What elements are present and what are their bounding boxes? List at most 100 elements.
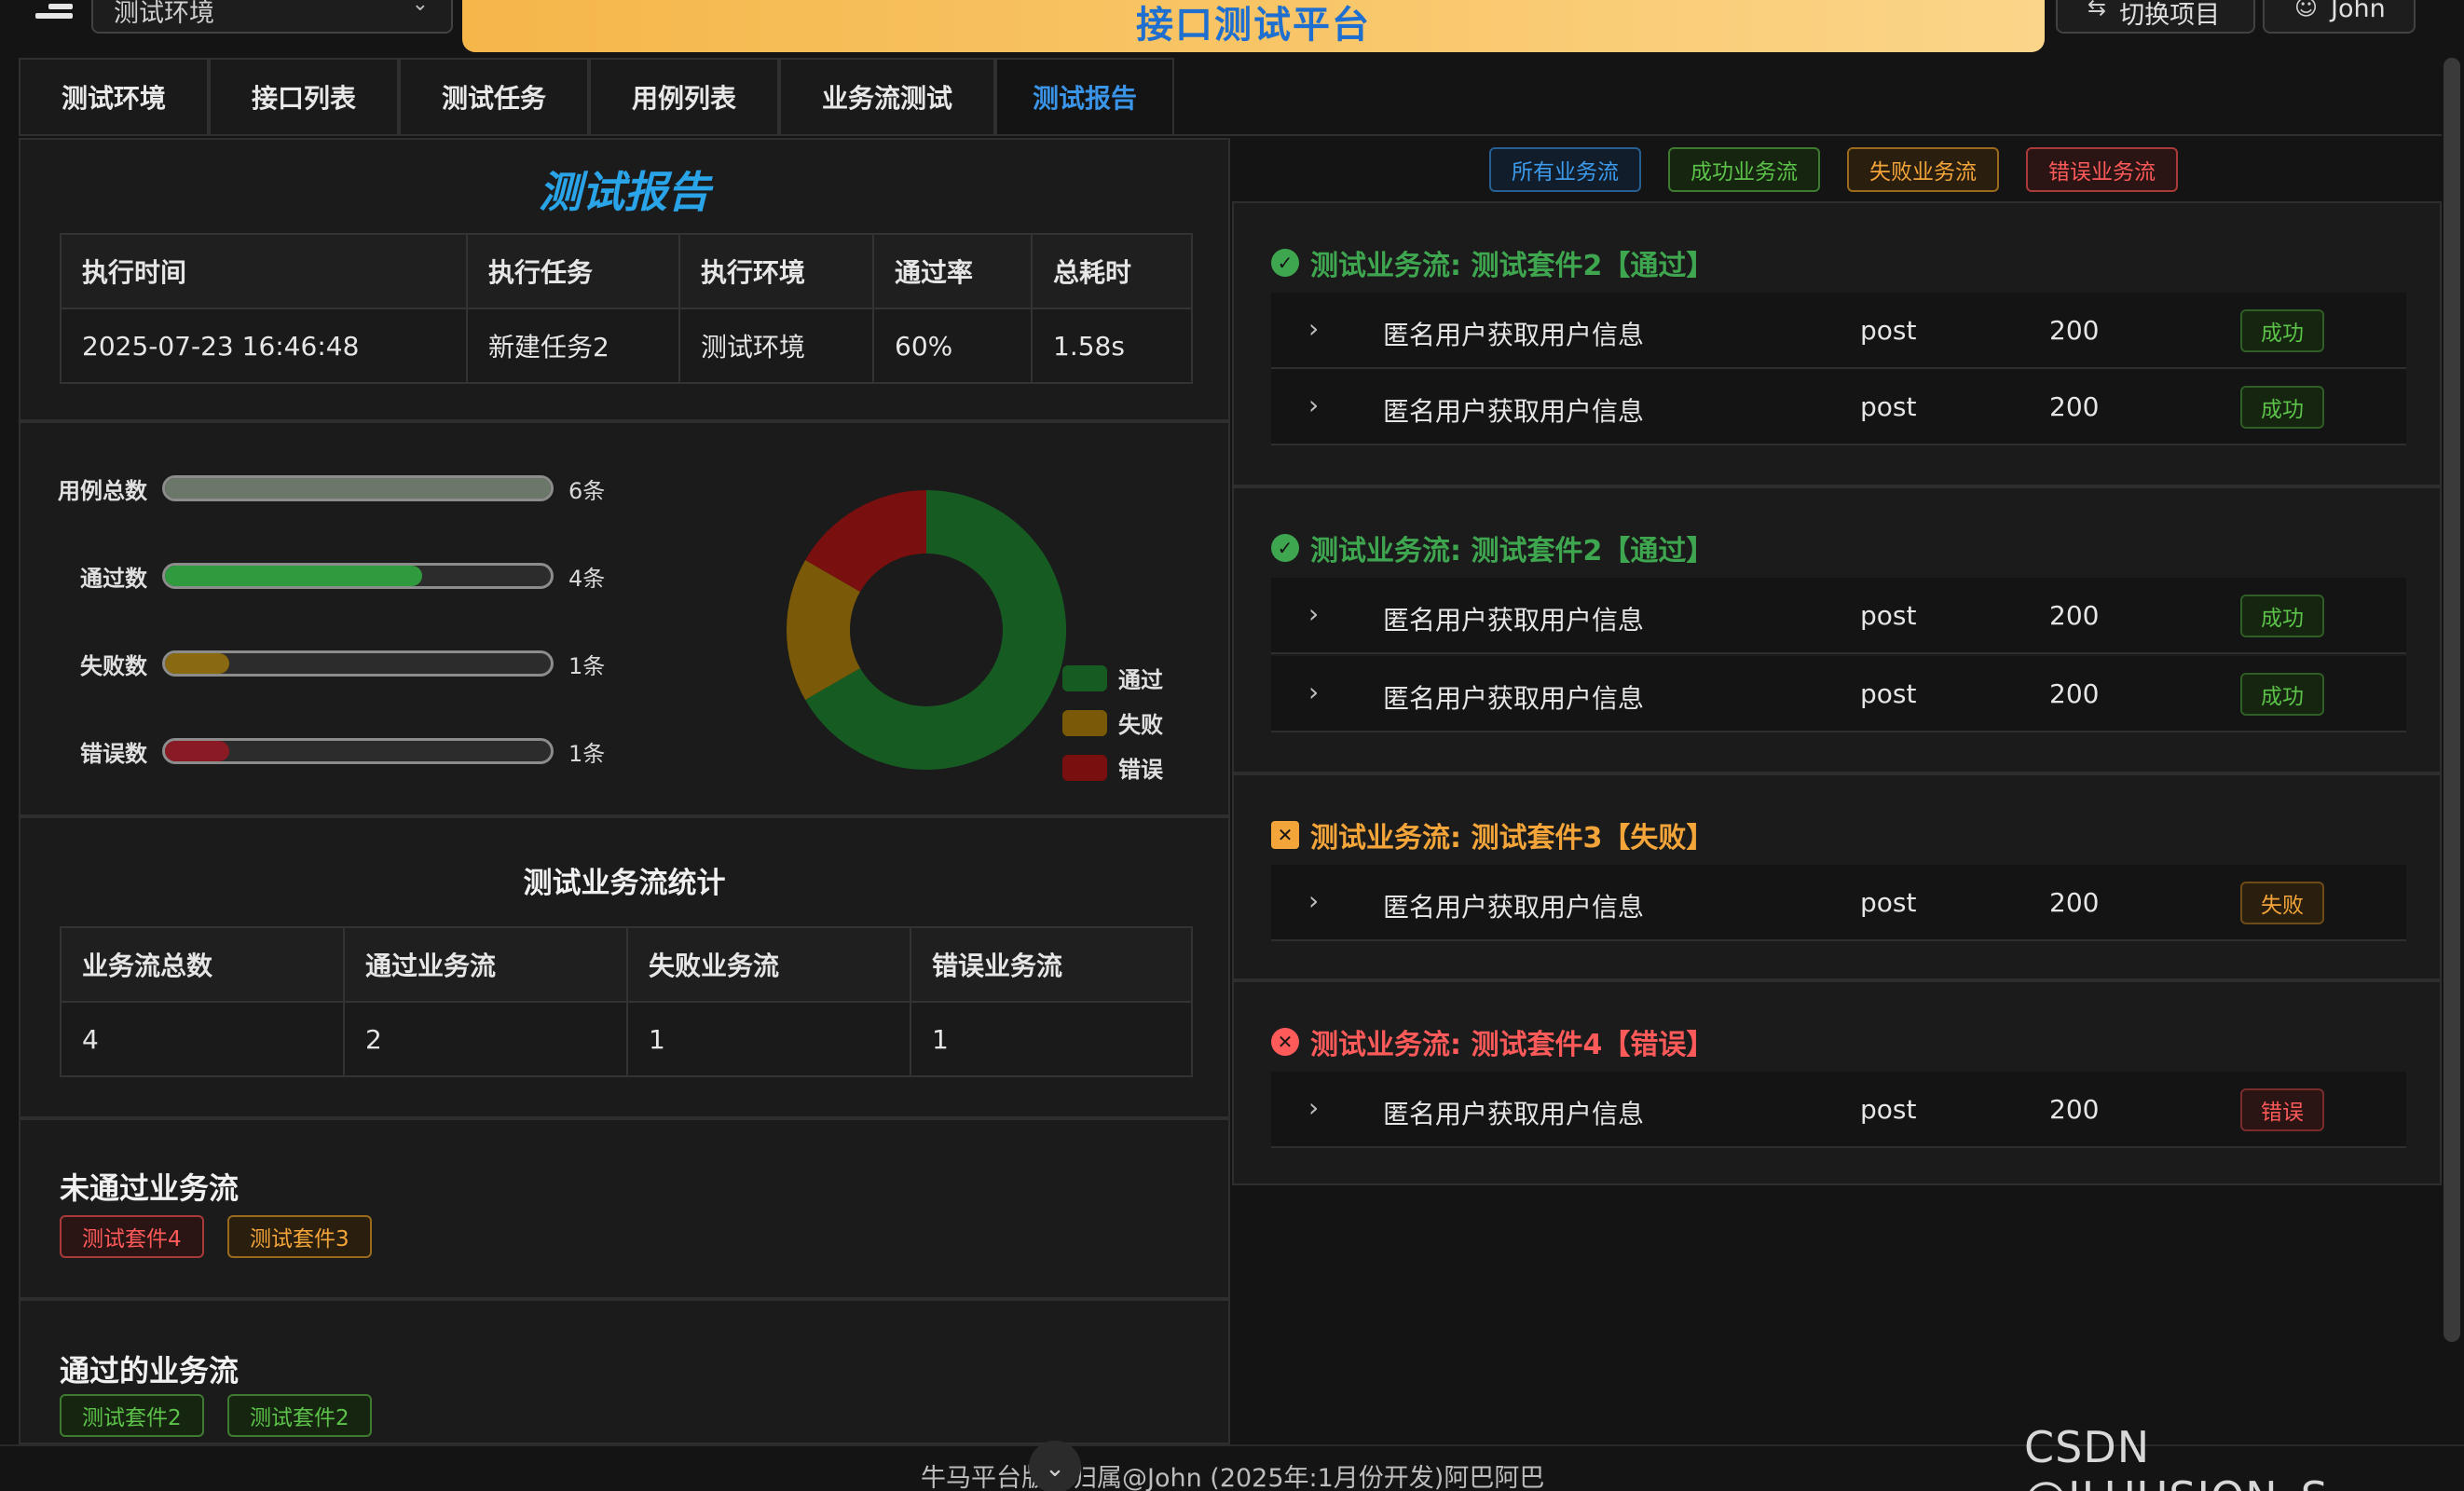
summary-task: 新建任务2 [466, 308, 680, 384]
summary-header-pass-rate: 通过率 [872, 233, 1033, 309]
switch-icon: ⇆ [2088, 0, 2107, 21]
user-icon: ☺ [2294, 0, 2319, 21]
case-name: 匿名用户获取用户信息 [1383, 683, 1645, 714]
chevron-right-icon[interactable]: › [1308, 677, 1319, 707]
chevron-down-icon[interactable]: ⌄ [1029, 1441, 1081, 1491]
chevron-right-icon[interactable]: › [1308, 390, 1319, 420]
case-status-code: 200 [2049, 1094, 2100, 1125]
case-stats-panel: 用例总数 6条 通过数 4条 失败数 1条 错误数 1条 通过 失败 错误 [19, 421, 1230, 816]
progress-bar [162, 563, 554, 589]
progress-count: 6条 [568, 477, 606, 504]
case-result-badge: 错误 [2240, 1088, 2324, 1131]
flow-case-row[interactable]: › 匿名用户获取用户信息 post 200 错误 [1271, 1072, 2406, 1148]
progress-fill [165, 741, 230, 761]
switch-project-button[interactable]: ⇆ 切换项目 [2056, 0, 2255, 34]
flow-stats-failed: 1 [626, 1001, 911, 1077]
legend-item-pass: 通过 [1062, 662, 1163, 694]
failed-flows-title: 未通过业务流 [60, 1170, 240, 1206]
flow-case-row[interactable]: › 匿名用户获取用户信息 post 200 成功 [1271, 369, 2406, 445]
case-method: post [1860, 887, 1917, 918]
progress-label: 通过数 [80, 565, 147, 592]
flow-stats-error: 1 [910, 1001, 1193, 1077]
flow-case-row[interactable]: › 匿名用户获取用户信息 post 200 成功 [1271, 578, 2406, 654]
flow-case-row[interactable]: › 匿名用户获取用户信息 post 200 成功 [1271, 293, 2406, 369]
filter-failed-flows[interactable]: 失败业务流 [1847, 147, 1999, 192]
case-name: 匿名用户获取用户信息 [1383, 892, 1645, 923]
tab-test-tasks[interactable]: 测试任务 [399, 58, 589, 134]
passed-flow-chip[interactable]: 测试套件2 [60, 1394, 204, 1437]
watermark: CSDN @ILUUSION_S [2024, 1422, 2328, 1491]
clipboard-fail-icon: ✕ [1271, 821, 1299, 849]
legend-swatch [1062, 664, 1107, 691]
passed-flow-chip[interactable]: 测试套件2 [227, 1394, 372, 1437]
flow-stats-title: 测试业务流统计 [523, 867, 726, 900]
case-name: 匿名用户获取用户信息 [1383, 396, 1645, 427]
flow-stats-header-passed: 通过业务流 [343, 926, 628, 1003]
flow-case-row[interactable]: › 匿名用户获取用户信息 post 200 失败 [1271, 865, 2406, 941]
tab-test-report[interactable]: 测试报告 [995, 58, 1174, 134]
case-name: 匿名用户获取用户信息 [1383, 320, 1645, 350]
failed-flows-panel: 未通过业务流 测试套件4 测试套件3 [19, 1118, 1230, 1299]
legend-label: 通过 [1118, 667, 1163, 693]
flow-stats-total: 4 [60, 1001, 345, 1077]
filter-success-flows[interactable]: 成功业务流 [1668, 147, 1820, 192]
flow-stats-passed: 2 [343, 1001, 628, 1077]
menu-toggle-icon[interactable] [30, 0, 78, 28]
legend-swatch [1062, 709, 1107, 736]
filter-error-flows[interactable]: 错误业务流 [2026, 147, 2178, 192]
flow-case-row[interactable]: › 匿名用户获取用户信息 post 200 成功 [1271, 656, 2406, 732]
chevron-right-icon[interactable]: › [1308, 313, 1319, 344]
failed-flow-chip[interactable]: 测试套件4 [60, 1215, 204, 1258]
failed-flow-chip[interactable]: 测试套件3 [227, 1215, 372, 1258]
summary-duration: 1.58s [1031, 308, 1193, 384]
chevron-right-icon[interactable]: › [1308, 598, 1319, 629]
progress-label: 用例总数 [58, 477, 147, 504]
flow-stats-header-total: 业务流总数 [60, 926, 345, 1003]
filter-all-flows[interactable]: 所有业务流 [1489, 147, 1641, 192]
platform-title-banner: 接口测试平台 [462, 0, 2045, 52]
progress-row-error: 错误数 1条 [35, 732, 605, 770]
legend-swatch [1062, 754, 1107, 781]
user-menu-button[interactable]: ☺ John [2263, 0, 2416, 34]
progress-fill [165, 478, 551, 499]
legend-item-fail: 失败 [1062, 706, 1163, 739]
summary-env: 测试环境 [678, 308, 874, 384]
progress-label: 错误数 [80, 740, 147, 767]
tab-test-env[interactable]: 测试环境 [19, 58, 209, 134]
progress-fill [165, 653, 230, 674]
chevron-right-icon[interactable]: › [1308, 1092, 1319, 1123]
summary-pass-rate: 60% [872, 308, 1033, 384]
progress-fill [165, 566, 423, 586]
progress-count: 4条 [568, 565, 606, 592]
tab-api-list[interactable]: 接口列表 [209, 58, 399, 134]
environment-select[interactable]: 测试环境 ⌄ [91, 0, 453, 34]
top-bar: 测试环境 ⌄ 接口测试平台 ⇆ 切换项目 ☺ John [0, 0, 2464, 56]
progress-row-failed: 失败数 1条 [35, 645, 605, 682]
case-method: post [1860, 315, 1917, 346]
summary-time: 2025-07-23 16:46:48 [60, 308, 468, 384]
flow-card: ✓ 测试业务流: 测试套件2【通过】 › 匿名用户获取用户信息 post 200… [1232, 486, 2442, 773]
flow-title: ✕ 测试业务流: 测试套件4【错误】 [1271, 1021, 1714, 1062]
case-status-code: 200 [2049, 678, 2100, 709]
page-scrollbar[interactable] [2443, 58, 2460, 1342]
case-status-code: 200 [2049, 887, 2100, 918]
case-result-badge: 成功 [2240, 673, 2324, 716]
flow-card: ✓ 测试业务流: 测试套件2【通过】 › 匿名用户获取用户信息 post 200… [1232, 201, 2442, 486]
result-donut-chart [787, 490, 1066, 770]
tab-case-list[interactable]: 用例列表 [589, 58, 779, 134]
case-result-badge: 失败 [2240, 882, 2324, 924]
legend-item-error: 错误 [1062, 751, 1163, 784]
flow-stats-header-failed: 失败业务流 [626, 926, 911, 1003]
chevron-right-icon[interactable]: › [1308, 885, 1319, 916]
environment-select-value: 测试环境 [114, 0, 214, 28]
legend-label: 错误 [1118, 757, 1163, 783]
case-name: 匿名用户获取用户信息 [1383, 605, 1645, 636]
case-result-badge: 成功 [2240, 309, 2324, 352]
case-method: post [1860, 600, 1917, 631]
summary-header-duration: 总耗时 [1031, 233, 1193, 309]
summary-header-task: 执行任务 [466, 233, 680, 309]
tab-flow-test[interactable]: 业务流测试 [779, 58, 995, 134]
case-status-code: 200 [2049, 391, 2100, 422]
flow-title: ✕ 测试业务流: 测试套件3【失败】 [1271, 814, 1714, 855]
legend-label: 失败 [1118, 712, 1163, 738]
